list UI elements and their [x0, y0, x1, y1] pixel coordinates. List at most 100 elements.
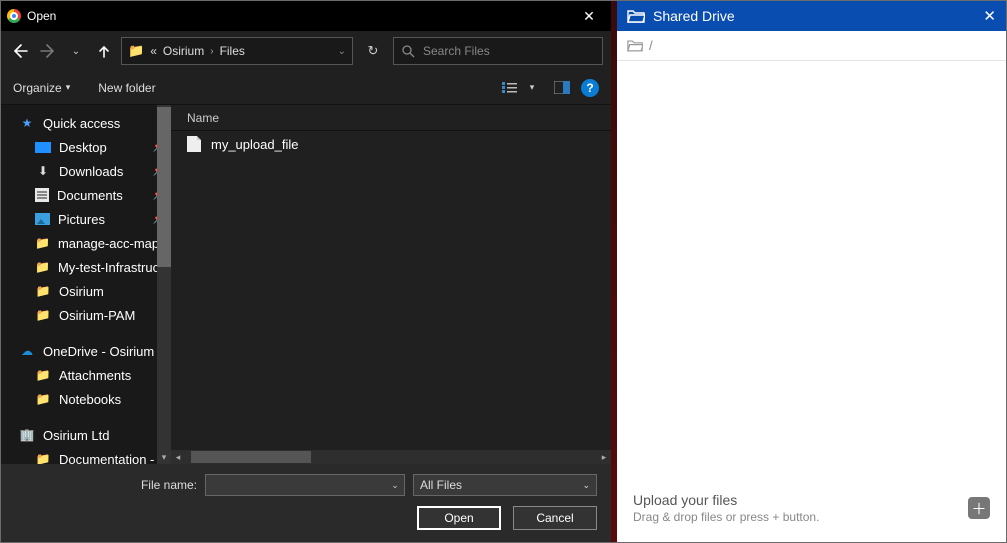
sidebar-item-documents[interactable]: Documents 📌 [1, 183, 171, 207]
search-icon [402, 45, 415, 58]
chevron-down-icon[interactable]: ⌄ [386, 475, 404, 495]
footer-subtitle: Drag & drop files or press + button. [633, 510, 968, 524]
new-folder-button[interactable]: New folder [98, 81, 155, 95]
sidebar-item-label: Quick access [43, 116, 120, 131]
building-icon: 🏢 [19, 428, 35, 442]
dialog-body: ★ Quick access Desktop 📌 ⬇ Downloads 📌 D… [1, 105, 611, 464]
file-icon [187, 136, 201, 152]
nav-row: ⌄ 📁 « Osirium › Files ⌄ ↻ Search Files [1, 31, 611, 71]
sidebar-item-label: Downloads [59, 164, 123, 179]
chevron-down-icon: ⌄ [582, 480, 590, 491]
cancel-button[interactable]: Cancel [513, 506, 597, 530]
sidebar-item-label: My-test-Infrastructure [58, 260, 171, 275]
sidebar-item-folder[interactable]: 📁 Notebooks [1, 387, 171, 411]
view-mode-icon[interactable] [499, 81, 521, 95]
chevron-down-icon: ▾ [66, 82, 71, 93]
panel-header: Shared Drive ✕ [617, 1, 1006, 31]
sidebar-item-label: Desktop [59, 140, 107, 155]
panel-breadcrumb[interactable]: / [617, 31, 1006, 61]
sidebar-item-label: Documentation - [59, 452, 154, 465]
sidebar-item-onedrive[interactable]: ☁ OneDrive - Osirium [1, 339, 171, 363]
sidebar-item-folder[interactable]: 📁 Osirium-PAM [1, 303, 171, 327]
chrome-icon [7, 9, 21, 23]
breadcrumb-sep: « [150, 44, 157, 58]
documents-icon [35, 188, 49, 202]
folder-icon: 📁 [35, 260, 50, 274]
scroll-right-icon[interactable]: ▸ [597, 450, 611, 464]
sidebar-item-folder[interactable]: 📁 Documentation - [1, 447, 171, 464]
file-list: Name my_upload_file ◂ ▸ [171, 105, 611, 464]
toolbar: Organize ▾ New folder ▾ ? [1, 71, 611, 105]
sidebar-item-company[interactable]: 🏢 Osirium Ltd [1, 423, 171, 447]
organize-menu[interactable]: Organize ▾ [13, 81, 70, 95]
sidebar-scrollbar-thumb[interactable] [157, 107, 171, 267]
sidebar-item-label: Pictures [58, 212, 105, 227]
desktop-icon [35, 142, 51, 153]
breadcrumb-part-b[interactable]: Files [220, 44, 245, 58]
recent-dropdown-icon[interactable]: ⌄ [65, 39, 87, 63]
refresh-button[interactable]: ↻ [359, 37, 387, 65]
sidebar-item-desktop[interactable]: Desktop 📌 [1, 135, 171, 159]
sidebar-item-folder[interactable]: 📁 Attachments [1, 363, 171, 387]
filetype-value: All Files [420, 478, 462, 492]
panel-title: Shared Drive [653, 8, 735, 24]
file-row[interactable]: my_upload_file [171, 131, 611, 157]
filename-input[interactable]: ⌄ [205, 474, 405, 496]
column-header-name[interactable]: Name [171, 105, 611, 131]
sidebar-item-label: Osirium [59, 284, 104, 299]
scroll-left-icon[interactable]: ◂ [171, 450, 185, 464]
sidebar-item-folder[interactable]: 📁 My-test-Infrastructure [1, 255, 171, 279]
star-icon: ★ [19, 116, 35, 130]
sidebar-item-quick-access[interactable]: ★ Quick access [1, 111, 171, 135]
folder-icon: 📁 [35, 308, 51, 322]
sidebar-item-folder[interactable]: 📁 Osirium [1, 279, 171, 303]
download-icon: ⬇ [35, 164, 51, 178]
breadcrumb[interactable]: 📁 « Osirium › Files ⌄ [121, 37, 353, 65]
sidebar-item-pictures[interactable]: Pictures 📌 [1, 207, 171, 231]
add-button[interactable]: ＋ [968, 497, 990, 519]
footer-title: Upload your files [633, 492, 968, 508]
search-input[interactable]: Search Files [393, 37, 603, 65]
folder-icon: 📁 [35, 392, 51, 406]
titlebar: Open ✕ [1, 1, 611, 31]
horizontal-scrollbar[interactable]: ◂ ▸ [171, 450, 611, 464]
sidebar-scroll-down-icon[interactable]: ▾ [157, 450, 171, 464]
view-mode-dropdown-icon[interactable]: ▾ [521, 82, 543, 93]
sidebar-item-label: Notebooks [59, 392, 121, 407]
dialog-title: Open [27, 9, 56, 23]
shared-drive-panel: Shared Drive ✕ / Upload your files Drag … [617, 1, 1006, 542]
breadcrumb-part-a[interactable]: Osirium [163, 44, 204, 58]
open-button[interactable]: Open [417, 506, 501, 530]
chevron-right-icon: › [210, 46, 213, 57]
help-button[interactable]: ? [581, 79, 599, 97]
bottom-bar: File name: ⌄ All Files ⌄ Open Cancel [1, 464, 611, 542]
drop-zone[interactable] [617, 61, 1006, 480]
file-name: my_upload_file [211, 137, 298, 152]
breadcrumb-root: / [649, 38, 653, 53]
close-icon[interactable]: ✕ [983, 7, 996, 25]
sidebar-item-label: Osirium Ltd [43, 428, 109, 443]
folder-icon: 📁 [128, 43, 144, 59]
pictures-icon [35, 213, 50, 225]
file-open-dialog: Open ✕ ⌄ 📁 « Osirium › Files ⌄ ↻ Search … [1, 1, 611, 542]
up-button[interactable] [93, 39, 115, 63]
onedrive-icon: ☁ [19, 344, 35, 358]
sidebar-item-folder[interactable]: 📁 manage-acc-mappings [1, 231, 171, 255]
sidebar-item-label: OneDrive - Osirium [43, 344, 154, 359]
sidebar-item-label: Osirium-PAM [59, 308, 135, 323]
folder-open-icon [627, 9, 645, 23]
sidebar-item-downloads[interactable]: ⬇ Downloads 📌 [1, 159, 171, 183]
panel-footer: Upload your files Drag & drop files or p… [617, 480, 1006, 542]
search-placeholder: Search Files [423, 44, 490, 58]
folder-icon: 📁 [35, 452, 51, 464]
filename-label: File name: [141, 478, 197, 492]
filetype-select[interactable]: All Files ⌄ [413, 474, 597, 496]
forward-button[interactable] [37, 39, 59, 63]
preview-pane-icon[interactable] [551, 81, 573, 94]
back-button[interactable] [9, 39, 31, 63]
close-icon[interactable]: ✕ [567, 1, 611, 31]
chevron-down-icon[interactable]: ⌄ [338, 46, 346, 57]
sidebar-item-label: Attachments [59, 368, 131, 383]
scrollbar-thumb[interactable] [191, 451, 311, 463]
folder-icon: 📁 [35, 236, 50, 250]
